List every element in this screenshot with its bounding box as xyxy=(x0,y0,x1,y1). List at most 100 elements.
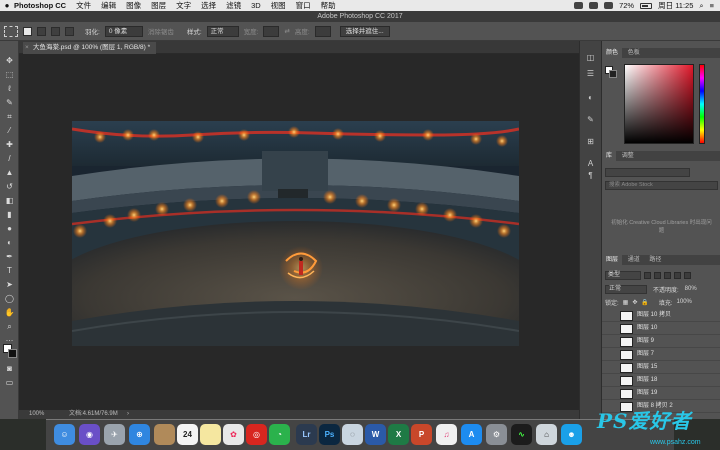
color-picker-field[interactable] xyxy=(624,64,694,144)
app-menu-name[interactable]: Photoshop CC xyxy=(14,1,66,10)
width-input[interactable] xyxy=(263,25,280,37)
library-select[interactable] xyxy=(605,168,690,177)
battery-icon[interactable] xyxy=(640,2,653,9)
fill-value[interactable]: 100% xyxy=(677,299,692,305)
layer-name[interactable]: 图层 10 拷贝 xyxy=(637,310,671,321)
menu-image[interactable]: 图像 xyxy=(126,0,141,11)
photos-folder-icon[interactable] xyxy=(154,424,175,445)
blur-tool-icon[interactable]: ● xyxy=(4,223,15,234)
style-select[interactable]: 正常 xyxy=(206,25,239,37)
add-selection-icon[interactable] xyxy=(37,26,46,36)
paragraph-panel-icon[interactable]: ¶ xyxy=(585,171,596,181)
marquee-tool-preset-icon[interactable] xyxy=(4,25,18,37)
layer-name[interactable]: 图层 9 xyxy=(637,336,654,347)
eraser-tool-icon[interactable]: ◧ xyxy=(4,195,15,206)
itunes-icon[interactable]: ♫ xyxy=(436,424,457,445)
filter-pixel-icon[interactable] xyxy=(644,271,651,279)
intersect-selection-icon[interactable] xyxy=(65,26,74,36)
gradient-tool-icon[interactable]: ▮ xyxy=(4,209,15,220)
type-tool-icon[interactable]: T xyxy=(4,265,15,276)
menu-3d[interactable]: 3D xyxy=(251,1,261,10)
path-select-tool-icon[interactable]: ➤ xyxy=(4,279,15,290)
pen-tool-icon[interactable]: ✒ xyxy=(4,251,15,262)
layer-row[interactable]: 图层 18 xyxy=(602,375,720,387)
qq-icon[interactable]: ☻ xyxy=(561,424,582,445)
history-brush-tool-icon[interactable]: ↺ xyxy=(4,181,15,192)
layer-row[interactable]: 图层 10 xyxy=(602,323,720,335)
shape-tool-icon[interactable]: ◯ xyxy=(4,293,15,304)
healing-brush-tool-icon[interactable]: ✚ xyxy=(4,139,15,150)
subtract-selection-icon[interactable] xyxy=(51,26,60,36)
filter-shape-icon[interactable] xyxy=(674,271,681,279)
siri-icon[interactable]: ◉ xyxy=(79,424,100,445)
panel-background-swatch[interactable] xyxy=(609,70,617,78)
tab-paths[interactable]: 路径 xyxy=(645,255,665,265)
lock-all-icon[interactable]: 🔒 xyxy=(641,299,648,306)
netease-music-icon[interactable]: ◎ xyxy=(246,424,267,445)
swap-icon[interactable]: ⇄ xyxy=(284,27,289,35)
word-icon[interactable]: W xyxy=(365,424,386,445)
hand-tool-icon[interactable]: ✋ xyxy=(4,307,15,318)
wechat-icon[interactable]: ◔ xyxy=(269,424,290,445)
activity-icon[interactable]: ∿ xyxy=(511,424,532,445)
layer-name[interactable]: 图层 18 xyxy=(637,375,657,386)
feather-input[interactable]: 0 像素 xyxy=(104,25,143,37)
menu-view[interactable]: 视图 xyxy=(271,0,286,11)
filter-type-icon[interactable] xyxy=(664,271,671,279)
layer-name[interactable]: 图层 10 xyxy=(637,323,657,334)
eyedropper-tool-icon[interactable]: ⁄ xyxy=(4,125,15,136)
lightroom-icon[interactable]: Lr xyxy=(296,424,317,445)
tab-channels[interactable]: 通道 xyxy=(624,255,644,265)
crop-tool-icon[interactable]: ⌗ xyxy=(4,111,15,122)
cloud-icon[interactable] xyxy=(574,2,584,9)
quick-mask-icon[interactable]: ◙ xyxy=(4,363,15,374)
character-panel-icon[interactable]: A xyxy=(585,159,596,169)
menu-type[interactable]: 文字 xyxy=(176,0,191,11)
wifi-icon[interactable] xyxy=(604,2,614,9)
filter-smart-icon[interactable] xyxy=(684,271,691,279)
layer-row[interactable]: 图层 7 xyxy=(602,349,720,361)
powerpoint-icon[interactable]: P xyxy=(411,424,432,445)
dodge-tool-icon[interactable]: ◐ xyxy=(4,237,15,248)
tab-adjustments[interactable]: 调整 xyxy=(618,151,638,161)
appstore-icon[interactable]: A xyxy=(461,424,482,445)
opacity-value[interactable]: 80% xyxy=(685,286,697,292)
history-panel-icon[interactable]: ◫ xyxy=(585,53,596,63)
layer-name[interactable]: 图层 15 xyxy=(637,362,657,373)
menu-edit[interactable]: 编辑 xyxy=(101,0,116,11)
library-search-input[interactable]: 搜索 Adobe Stock xyxy=(605,181,718,190)
lock-move-icon[interactable]: ✥ xyxy=(632,299,637,306)
marquee-tool-icon[interactable]: ⬚ xyxy=(4,69,15,80)
layer-filter-kind[interactable]: 类型 xyxy=(605,270,641,280)
lasso-tool-icon[interactable]: ℓ xyxy=(4,83,15,94)
menu-list-icon[interactable]: ≡ xyxy=(710,1,714,10)
select-and-mask-button[interactable]: 选择并遮住... xyxy=(339,25,390,37)
document-tab[interactable]: × 大鱼海棠.psd @ 100% (图层 1, RGB/8) * xyxy=(23,42,157,54)
height-input[interactable] xyxy=(314,25,331,37)
antialias-checkbox[interactable]: 消除锯齿 xyxy=(148,26,174,36)
tab-layers[interactable]: 图层 xyxy=(602,255,623,265)
brush-tool-icon[interactable]: / xyxy=(4,153,15,164)
hue-slider[interactable] xyxy=(699,64,705,144)
screen-mode-icon[interactable]: ▭ xyxy=(4,377,15,388)
menu-help[interactable]: 帮助 xyxy=(321,0,336,11)
properties-panel-icon[interactable]: ☰ xyxy=(585,69,596,79)
status-arrow-icon[interactable]: › xyxy=(127,410,129,419)
layer-name[interactable]: 图层 19 xyxy=(637,388,657,399)
clone-source-panel-icon[interactable]: ⊞ xyxy=(585,137,596,147)
new-selection-icon[interactable] xyxy=(23,26,32,36)
tab-color[interactable]: 颜色 xyxy=(602,48,623,58)
launchpad-icon[interactable]: ✈ xyxy=(104,424,125,445)
photoshop-icon[interactable]: Ps xyxy=(319,424,340,445)
layer-row[interactable]: 图层 19 xyxy=(602,388,720,400)
filter-adjust-icon[interactable] xyxy=(654,271,661,279)
background-color-swatch[interactable] xyxy=(8,349,17,358)
search-icon[interactable]: ⌕ xyxy=(699,1,703,11)
excel-icon[interactable]: X xyxy=(388,424,409,445)
layer-row[interactable]: 图层 9 xyxy=(602,336,720,348)
notes-icon[interactable] xyxy=(200,424,221,445)
trash-like-icon[interactable]: ⌂ xyxy=(536,424,557,445)
layer-row[interactable]: 图层 10 拷贝 xyxy=(602,310,720,322)
more-tools-icon[interactable]: … xyxy=(4,333,15,344)
menu-layer[interactable]: 图层 xyxy=(151,0,166,11)
